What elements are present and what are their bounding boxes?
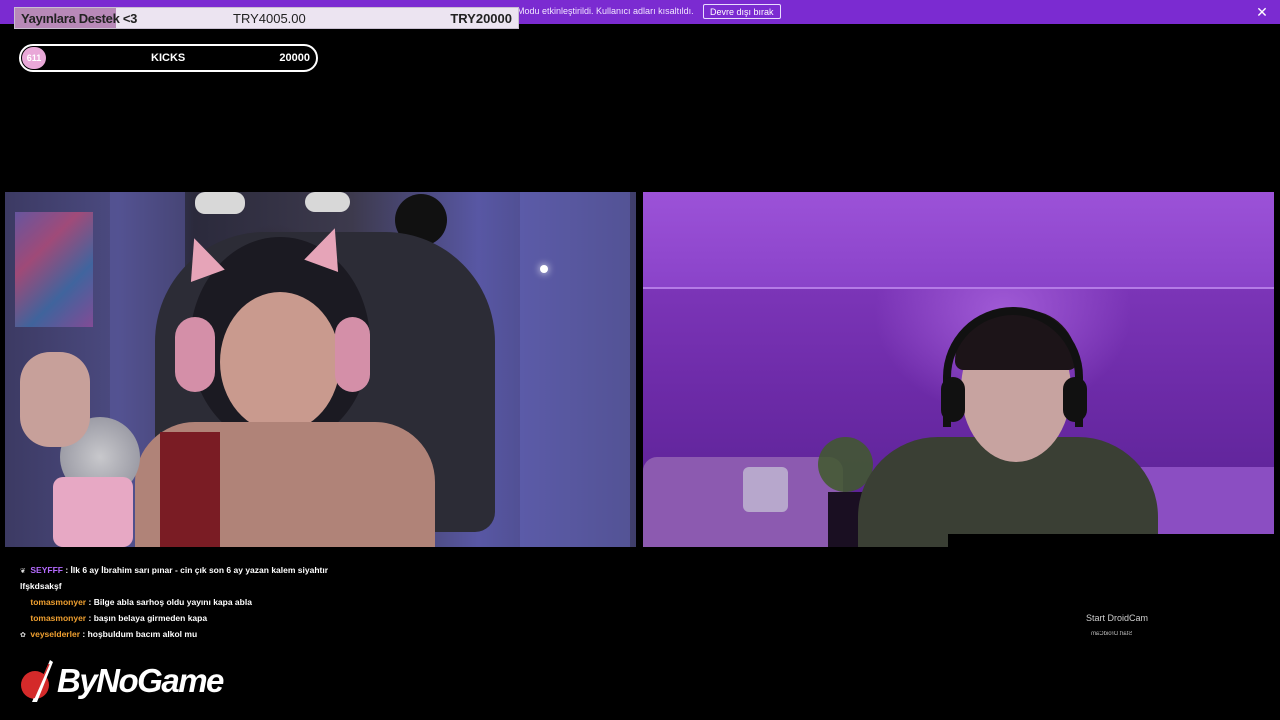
kicks-count-badge: 611 — [22, 47, 46, 69]
ceiling — [643, 192, 1274, 287]
red-top — [160, 432, 220, 547]
droidcam-label: Start DroidCam — [1086, 613, 1149, 623]
fairy-light — [540, 265, 548, 273]
close-icon[interactable]: ✕ — [1254, 4, 1270, 20]
headphone-right — [335, 317, 370, 392]
chat-message: tomasmonyer : Bilge abla sarhoş oldu yay… — [20, 595, 330, 609]
headphone-left — [175, 317, 215, 392]
chat-message: ❦ SEYFFF : İlk 6 ay İbrahim sarı pınar -… — [20, 563, 330, 593]
bynogame-logo: ByNoGame — [20, 658, 224, 711]
chat-username: tomasmonyer — [30, 597, 87, 607]
headphone-right — [1063, 377, 1087, 422]
chat-username: SEYFFF — [30, 565, 63, 575]
chat-text: : hoşbuldum bacım alkol mu — [82, 629, 198, 639]
shelf-right — [520, 192, 630, 547]
chat-text: : Bilge abla sarhoş oldu yayını kapa abl… — [88, 597, 252, 607]
sofa-pillow — [743, 467, 788, 512]
donation-current-amount: TRY4005.00 — [233, 11, 306, 26]
bow-left — [195, 192, 245, 214]
poster-wall — [15, 212, 93, 327]
chat-username: tomasmonyer — [30, 613, 87, 623]
user-badge-icon: ❦ — [20, 568, 26, 575]
chat-overlay: ❦ SEYFFF : İlk 6 ay İbrahim sarı pınar -… — [20, 563, 330, 643]
donation-title-suffix: <3 — [122, 11, 138, 26]
donation-goal-amount: TRY20000 — [450, 11, 512, 26]
chat-text: : İlk 6 ay İbrahim sarı pınar - cin çık … — [20, 565, 329, 591]
person-face — [220, 292, 340, 432]
microphone-body — [53, 477, 133, 547]
headphone-left — [941, 377, 965, 422]
chat-username: veyselderler — [30, 629, 80, 639]
bynogame-logo-icon — [21, 660, 53, 702]
user-badge-icon: ✿ — [20, 632, 26, 639]
kicks-label: KICKS — [151, 52, 186, 64]
logo-text: ByNoGame — [57, 662, 224, 699]
chat-message: ✿ veyselderler : hoşbuldum bacım alkol m… — [20, 627, 330, 643]
kicks-goal-bar: 611 KICKS 20000 — [19, 44, 318, 72]
webcam-left — [5, 192, 636, 547]
disable-button[interactable]: Devre dışı bırak — [703, 4, 781, 19]
black-overlay — [948, 534, 1274, 547]
kicks-goal-value: 20000 — [279, 52, 310, 64]
donation-goal-bar: Yayınlara Destek <3 TRY4005.00 TRY20000 — [14, 7, 519, 29]
notification-message: Modu etkinleştirildi. Kullanıcı adları k… — [517, 6, 694, 16]
donation-title: Yayınlara Destek <3 — [21, 11, 138, 26]
ceiling-molding — [643, 287, 1274, 289]
chat-message: tomasmonyer : başın belaya girmeden kapa — [20, 611, 330, 625]
bow-right — [305, 192, 350, 212]
chat-text: : başın belaya girmeden kapa — [88, 613, 208, 623]
droidcam-mirrored-label: Start DroidCam — [1091, 631, 1133, 637]
webcam-right — [643, 192, 1274, 547]
person-hand — [20, 352, 90, 447]
